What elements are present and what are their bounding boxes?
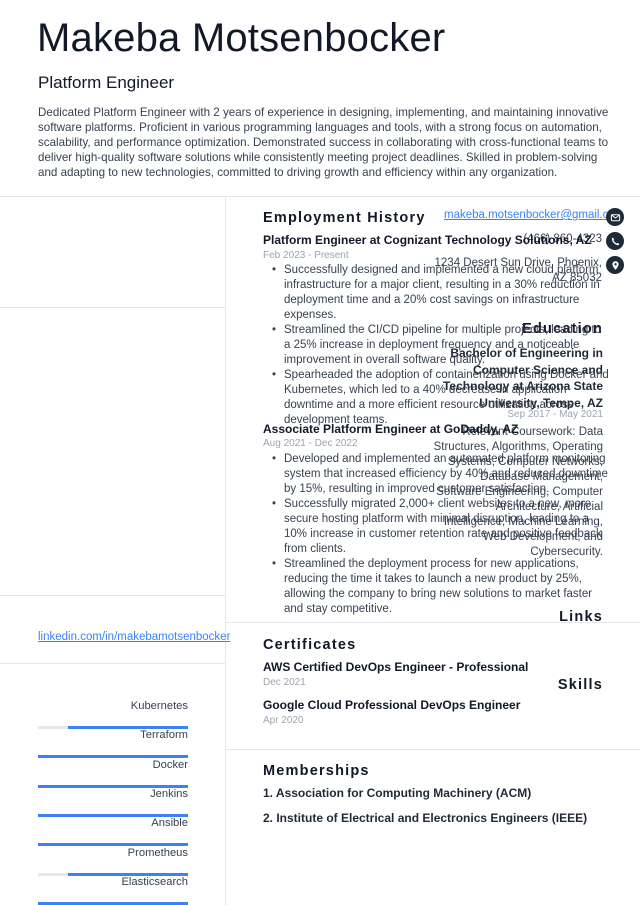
job-1-bullets: Successfully designed and implemented a … (270, 263, 610, 428)
job-2-title: Associate Platform Engineer at GoDaddy, … (263, 422, 519, 436)
job-2-bullets: Developed and implemented an automated p… (270, 452, 610, 617)
skill-item: Kubernetes (38, 700, 188, 729)
job-1-dates: Feb 2023 - Present (263, 250, 349, 261)
skills-heading: Skills (557, 677, 603, 693)
certificate-1-name: AWS Certified DevOps Engineer - Professi… (263, 660, 529, 674)
resume-header: Makeba Motsenbocker Platform Engineer De… (0, 0, 640, 196)
skill-level-fill (38, 901, 188, 905)
skill-item: Jenkins (38, 788, 188, 817)
job-title: Platform Engineer (38, 73, 175, 92)
membership-item: 1. Association for Computing Machinery (… (263, 786, 532, 800)
email-link[interactable]: makeba.motsenbocker@gmail.co (444, 208, 608, 223)
skill-item: Elasticsearch (38, 876, 188, 905)
certificate-1-date: Dec 2021 (263, 677, 306, 688)
job-2-bullet: Successfully migrated 2,000+ client webs… (270, 497, 610, 557)
skill-item: Ansible (38, 817, 188, 847)
certificates-heading: Certificates (263, 637, 357, 653)
membership-item: 2. Institute of Electrical and Electroni… (263, 811, 588, 825)
skill-item: Terraform (38, 729, 188, 759)
skill-name: Terraform (140, 729, 188, 742)
certificate-2-date: Apr 2020 (263, 715, 304, 726)
skill-name: Ansible (151, 817, 188, 830)
certificates-divider (225, 749, 640, 750)
employment-heading: Employment History (263, 210, 426, 226)
skill-item: Docker (38, 759, 188, 788)
candidate-name: Makeba Motsenbocker (37, 16, 446, 60)
job-1-bullet: Successfully designed and implemented a … (270, 263, 610, 323)
certificate-2-name: Google Cloud Professional DevOps Enginee… (263, 698, 521, 712)
skill-name: Jenkins (150, 787, 188, 800)
skill-name: Elasticsearch (121, 875, 188, 888)
profile-summary: Dedicated Platform Engineer with 2 years… (38, 106, 609, 179)
job-2-bullet: Streamlined the deployment process for n… (270, 557, 610, 617)
job-2-dates: Aug 2021 - Dec 2022 (263, 438, 358, 449)
skill-item: Prometheus (38, 847, 188, 876)
job-2-bullet: Developed and implemented an automated p… (270, 452, 610, 497)
contact-email: makeba.motsenbocker@gmail.co (444, 208, 624, 226)
skill-level-bar (38, 901, 188, 905)
phone-icon (606, 232, 624, 250)
job-1-bullet: Streamlined the CI/CD pipeline for multi… (270, 323, 610, 368)
skill-name: Docker (152, 758, 188, 771)
linkedin-link[interactable]: linkedin.com/in/makebamotsenbocker (38, 631, 230, 643)
envelope-icon (606, 208, 624, 226)
job-1-bullet: Spearheaded the adoption of containeriza… (270, 368, 610, 428)
memberships-heading: Memberships (263, 763, 370, 779)
links-divider (0, 663, 225, 664)
column-divider (225, 197, 226, 905)
job-1-title: Platform Engineer at Cognizant Technolog… (263, 233, 592, 247)
skill-name: Kubernetes (130, 700, 188, 712)
education-divider (0, 595, 225, 596)
skill-name: Prometheus (127, 846, 188, 859)
header-divider (0, 196, 640, 197)
contact-divider (0, 307, 225, 308)
